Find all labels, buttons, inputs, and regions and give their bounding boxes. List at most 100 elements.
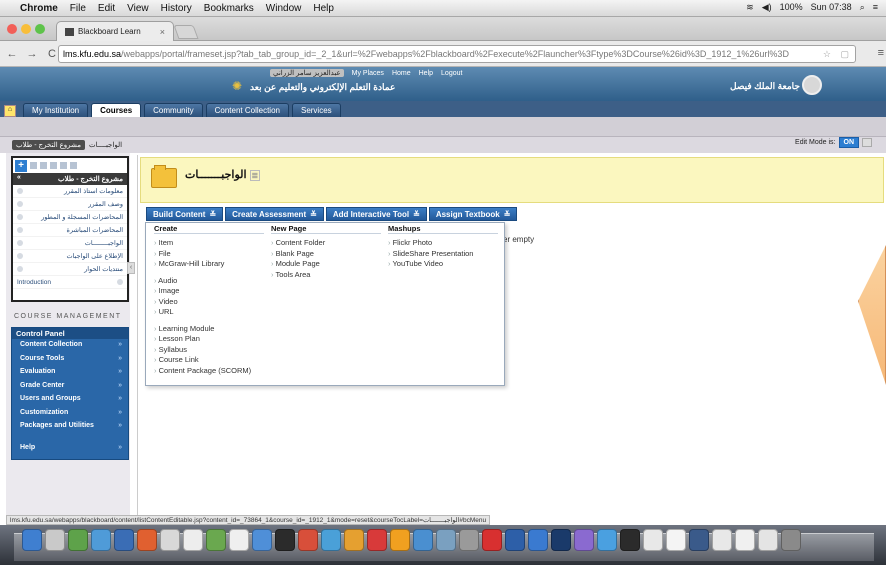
trash-icon[interactable] <box>781 529 801 551</box>
menu-history[interactable]: History <box>161 3 192 14</box>
item-options-icon[interactable] <box>17 201 23 207</box>
spotlight-icon[interactable]: ⌕ <box>860 2 865 13</box>
edit-mode-switch[interactable] <box>862 138 872 147</box>
menu-item-youtube[interactable]: YouTube Video <box>388 259 498 270</box>
refresh-icon[interactable] <box>60 162 67 169</box>
app-icon[interactable] <box>183 529 203 551</box>
document-icon[interactable] <box>712 529 732 551</box>
app-icon[interactable] <box>551 529 571 551</box>
list-view-icon[interactable] <box>40 162 47 169</box>
menu-view[interactable]: View <box>127 3 149 14</box>
menu-item-mcgraw-hill[interactable]: McGraw-Hill Library <box>154 259 264 270</box>
item-options-icon[interactable] <box>17 240 23 246</box>
cp-customization[interactable]: Customization » <box>12 407 128 421</box>
item-options-icon[interactable] <box>17 266 23 272</box>
menu-item-audio[interactable]: Audio <box>154 276 264 287</box>
new-tab-button[interactable] <box>173 25 199 39</box>
finder-icon[interactable] <box>22 529 42 551</box>
menu-item-file[interactable]: File <box>154 249 264 260</box>
menu-item-video[interactable]: Video <box>154 297 264 308</box>
course-menu-item[interactable]: المحاضرات المباشرة <box>13 224 127 237</box>
course-menu-item[interactable]: الواجبــــــــات <box>13 237 127 250</box>
edit-mode-state[interactable]: ON <box>838 137 859 148</box>
item-options-icon[interactable] <box>117 279 123 285</box>
course-menu-title[interactable]: مشروع التخرج - طلاب » <box>13 173 127 185</box>
extension-icon[interactable]: ▢ <box>840 49 849 60</box>
app-icon[interactable] <box>114 529 134 551</box>
link-logout[interactable]: Logout <box>441 70 462 77</box>
menu-edit[interactable]: Edit <box>98 3 115 14</box>
collapse-sidebar-icon[interactable]: ‹ <box>127 262 135 274</box>
menu-item-item[interactable]: Item <box>154 238 264 249</box>
menu-window[interactable]: Window <box>266 3 302 14</box>
app-icon[interactable] <box>413 529 433 551</box>
app-icon[interactable] <box>344 529 364 551</box>
cp-evaluation[interactable]: Evaluation » <box>12 366 128 380</box>
minimize-window-button[interactable] <box>21 24 31 34</box>
app-icon[interactable] <box>91 529 111 551</box>
app-icon[interactable] <box>68 529 88 551</box>
link-my-places[interactable]: My Places <box>352 70 384 77</box>
tab-content-collection[interactable]: Content Collection <box>205 103 289 117</box>
back-icon[interactable]: ← <box>4 48 20 60</box>
add-menu-item-icon[interactable]: + <box>15 159 27 172</box>
control-panel-title[interactable]: Control Panel <box>12 328 128 339</box>
menu-item-module-page[interactable]: Module Page <box>271 259 381 270</box>
bookmark-star-icon[interactable]: ☆ <box>823 49 831 60</box>
item-options-icon[interactable] <box>17 253 23 259</box>
sort-icon[interactable] <box>70 162 77 169</box>
item-options-icon[interactable] <box>17 227 23 233</box>
tab-services[interactable]: Services <box>291 103 341 117</box>
dashboard-icon[interactable] <box>45 529 65 551</box>
menu-item-content-folder[interactable]: Content Folder <box>271 238 381 249</box>
zoom-window-button[interactable] <box>35 24 45 34</box>
app-icon[interactable] <box>574 529 594 551</box>
app-icon[interactable] <box>505 529 525 551</box>
cp-users-groups[interactable]: Users and Groups » <box>12 393 128 407</box>
document-icon[interactable] <box>666 529 686 551</box>
browser-tab[interactable]: Blackboard Learn × <box>56 21 174 41</box>
app-icon[interactable] <box>482 529 502 551</box>
chrome-menu-icon[interactable]: ≡ <box>878 47 884 59</box>
menu-item-syllabus[interactable]: Syllabus <box>154 345 264 356</box>
app-icon[interactable] <box>275 529 295 551</box>
nav-home-icon[interactable]: ⌂ <box>4 105 16 117</box>
menu-item-blank-page[interactable]: Blank Page <box>271 249 381 260</box>
cp-help[interactable]: Help » <box>12 442 128 456</box>
folder-view-icon[interactable] <box>30 162 37 169</box>
app-icon[interactable] <box>528 529 548 551</box>
link-help[interactable]: Help <box>419 70 433 77</box>
app-icon[interactable] <box>620 529 640 551</box>
menu-item-content-package[interactable]: Content Package (SCORM) <box>154 366 264 377</box>
battery-level[interactable]: 100% <box>780 2 803 13</box>
tab-my-institution[interactable]: My Institution <box>23 103 89 117</box>
menu-item-flickr[interactable]: Flickr Photo <box>388 238 498 249</box>
app-icon[interactable] <box>390 529 410 551</box>
tree-view-icon[interactable] <box>50 162 57 169</box>
app-icon[interactable] <box>206 529 226 551</box>
tab-courses[interactable]: Courses <box>91 103 142 117</box>
close-tab-icon[interactable]: × <box>160 27 165 37</box>
document-icon[interactable] <box>758 529 778 551</box>
add-interactive-tool-button[interactable]: Add Interactive Tool ≚ <box>325 207 427 221</box>
forward-icon[interactable]: → <box>24 48 40 60</box>
course-title-chevron-icon[interactable]: » <box>17 174 21 181</box>
course-menu-item[interactable]: منتديات الحوار <box>13 263 127 276</box>
link-home[interactable]: Home <box>392 70 411 77</box>
edit-mode-toggle[interactable]: Edit Mode is: ON <box>795 137 872 148</box>
cp-packages-utilities[interactable]: Packages and Utilities » <box>12 420 128 442</box>
document-icon[interactable] <box>735 529 755 551</box>
course-menu-item[interactable]: الإطلاع على الواجبات <box>13 250 127 263</box>
cp-grade-center[interactable]: Grade Center » <box>12 380 128 394</box>
course-menu-item[interactable]: معلومات استاذ المقرر <box>13 185 127 198</box>
menu-item-learning-module[interactable]: Learning Module <box>154 324 264 335</box>
course-menu-item[interactable]: Introduction <box>13 276 127 289</box>
document-icon[interactable] <box>643 529 663 551</box>
app-icon[interactable] <box>597 529 617 551</box>
calendar-icon[interactable] <box>160 529 180 551</box>
close-window-button[interactable] <box>7 24 17 34</box>
menu-item-url[interactable]: URL <box>154 307 264 318</box>
app-icon[interactable] <box>298 529 318 551</box>
menu-item-image[interactable]: Image <box>154 286 264 297</box>
menu-item-tools-area[interactable]: Tools Area <box>271 270 381 281</box>
